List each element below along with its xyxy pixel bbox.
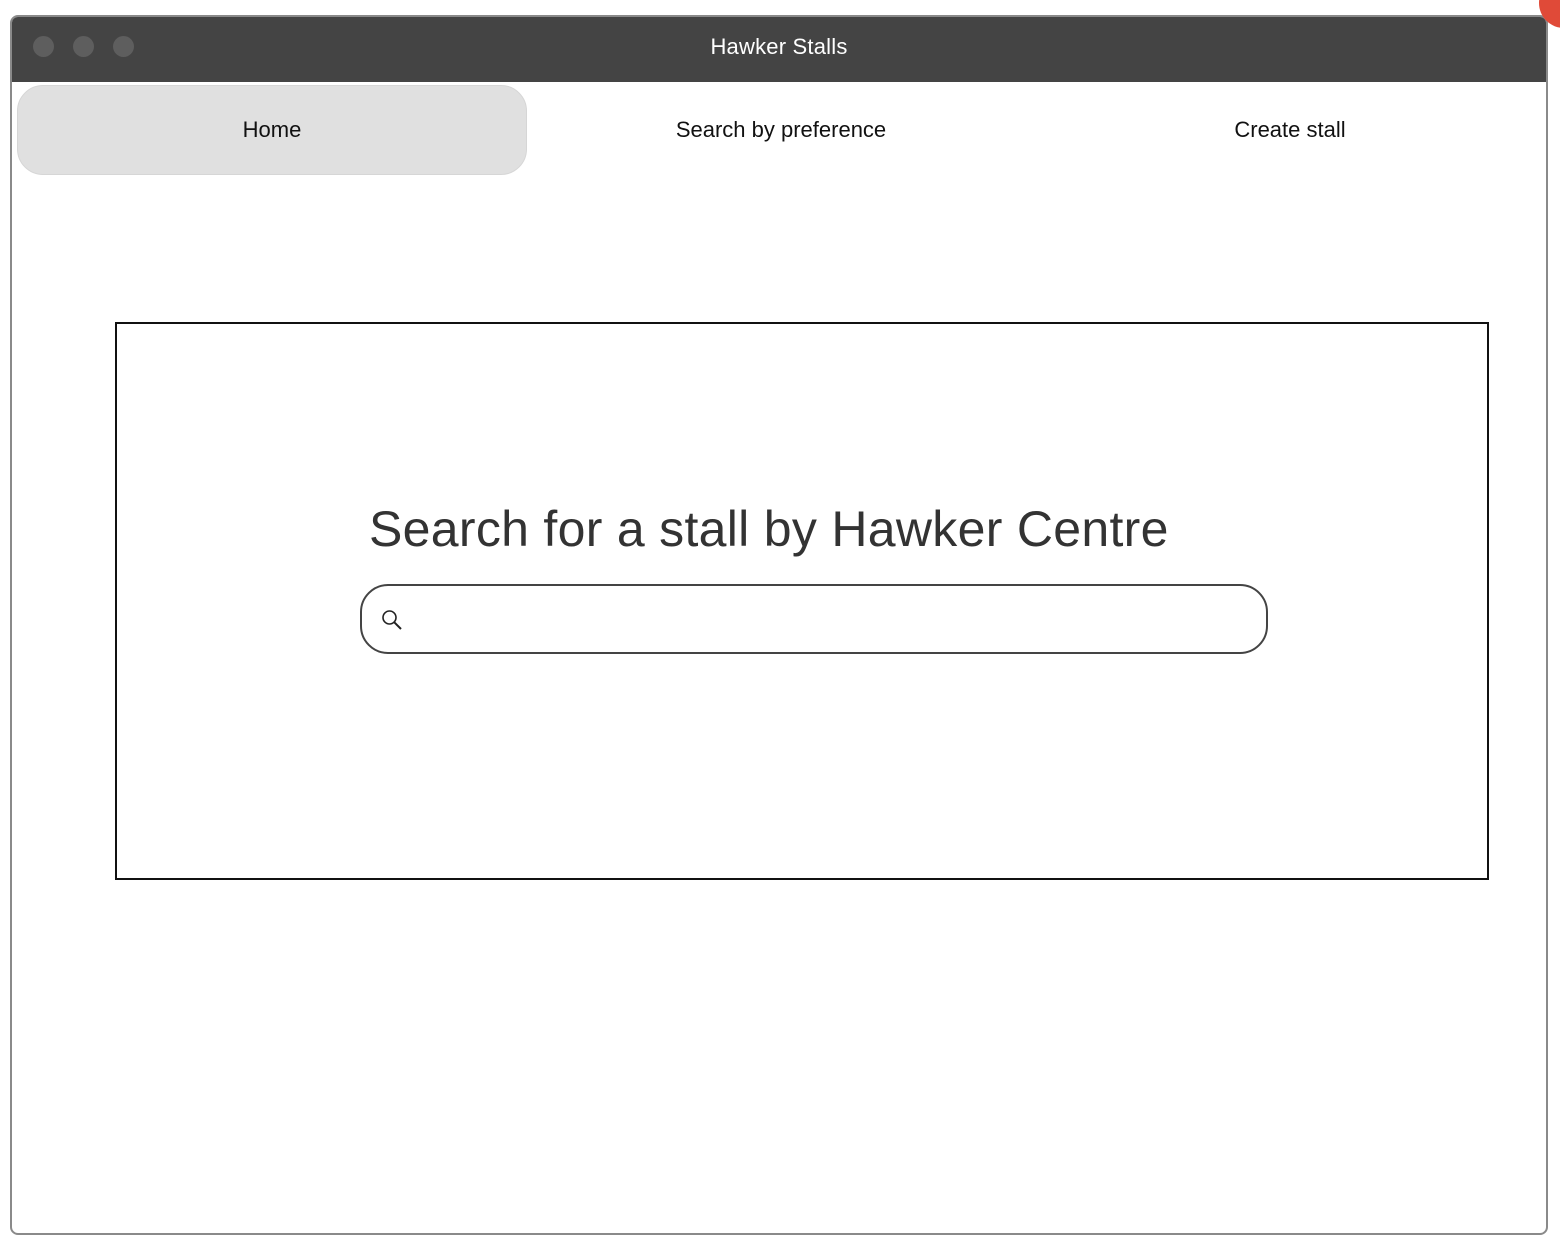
- tab-create-stall-label: Create stall: [1234, 117, 1346, 142]
- tab-home[interactable]: Home: [17, 85, 527, 175]
- page-title: Search for a stall by Hawker Centre: [369, 501, 1169, 557]
- nav-bar: Home Search by preference Create stall: [12, 82, 1546, 177]
- tab-search-by-preference[interactable]: Search by preference: [526, 85, 1036, 175]
- window-title: Hawker Stalls: [710, 34, 848, 59]
- tab-create-stall[interactable]: Create stall: [1035, 85, 1545, 175]
- notification-badge-dot: [1539, 0, 1560, 28]
- search-panel: Search for a stall by Hawker Centre: [115, 322, 1489, 880]
- search-box[interactable]: [360, 584, 1268, 654]
- app-window: Hawker Stalls Home Search by preference …: [10, 15, 1548, 1235]
- search-icon: [380, 608, 404, 632]
- tab-search-by-preference-label: Search by preference: [675, 117, 887, 142]
- tab-home-label: Home: [242, 117, 302, 142]
- notification-badge[interactable]: [1535, 0, 1560, 30]
- search-input[interactable]: [418, 596, 1252, 644]
- title-bar: Hawker Stalls: [12, 17, 1546, 82]
